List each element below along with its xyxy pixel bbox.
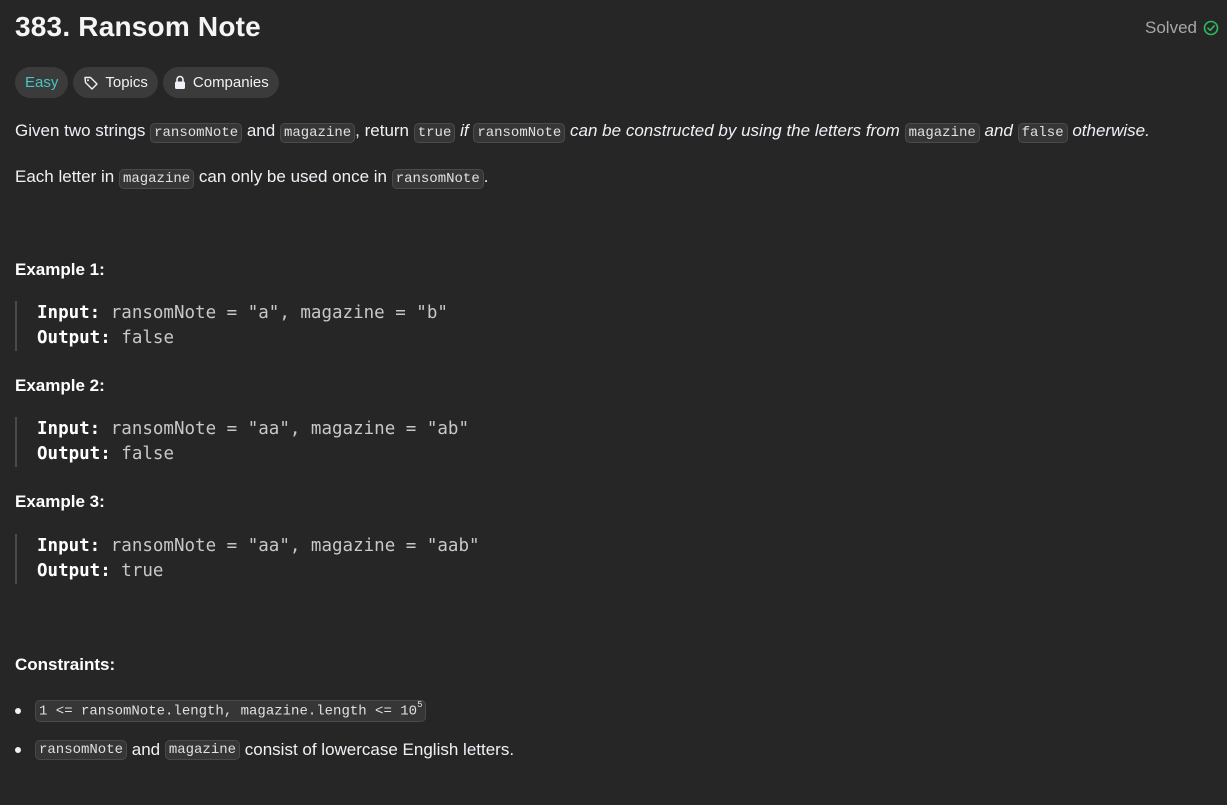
input-label: Input: [37,419,101,439]
constraint-item-2: ransomNote and magazine consist of lower… [15,740,514,760]
input-label: Input: [37,536,101,556]
text: and [979,121,1018,140]
text: and [242,121,280,140]
companies-button[interactable]: Companies [162,67,279,98]
inline-code: ransomNote [150,123,243,143]
inline-code: 1 <= ransomNote.length, magazine.length … [35,700,427,722]
text: Each letter in [15,167,119,186]
output-label: Output: [37,561,111,581]
text: can be constructed by using the letters … [565,121,905,140]
exponent: 5 [417,700,423,710]
output-value: false [110,328,174,348]
input-value: ransomNote = "aa", magazine = "ab" [100,419,469,439]
text: , return [355,121,414,140]
example-input-line: Input: ransomNote = "aa", magazine = "ab… [37,417,469,442]
page-title: 383. Ransom Note [15,11,261,42]
constraint-code: 1 <= ransomNote.length, magazine.length … [39,703,418,720]
example-output-line: Output: false [37,442,469,467]
example-1-heading: Example 1: [15,260,105,279]
tag-row: Easy Topics Companies [15,67,279,98]
output-label: Output: [37,444,111,464]
text: otherwise. [1067,121,1150,140]
difficulty-badge[interactable]: Easy [15,67,69,98]
text: consist of lowercase English letters. [240,740,515,759]
inline-code: magazine [118,169,195,189]
solved-status: Solved [1145,18,1219,38]
text: if [455,121,474,140]
topics-button[interactable]: Topics [73,67,158,98]
inline-code: true [413,123,456,143]
text: can only be used once in [194,167,392,186]
text: Given two strings [15,121,151,140]
input-value: ransomNote = "aa", magazine = "aab" [100,536,480,556]
output-value: false [110,444,174,464]
input-value: ransomNote = "a", magazine = "b" [100,303,448,323]
text: . [483,167,489,186]
example-output-line: Output: false [37,326,448,351]
problem-description: 383. Ransom Note Solved Easy Topics Comp… [15,0,1219,760]
inline-code: magazine [904,123,980,143]
example-3-block: Input: ransomNote = "aa", magazine = "aa… [15,534,480,584]
bullet-dot [15,747,21,753]
inline-code: ransomNote [473,123,566,143]
example-1-block: Input: ransomNote = "a", magazine = "b" … [15,301,448,351]
tag-icon [83,75,99,91]
inline-code: magazine [279,123,356,143]
bullet-dot [15,707,21,714]
output-label: Output: [37,328,111,348]
constraint-item-1: 1 <= ransomNote.length, magazine.length … [15,700,427,722]
example-input-line: Input: ransomNote = "a", magazine = "b" [37,301,448,326]
example-3-heading: Example 3: [15,492,105,511]
inline-code: ransomNote [35,740,128,760]
lock-icon [173,75,187,90]
inline-code: false [1017,123,1068,143]
description-paragraph-1: Given two strings ransomNote and magazin… [15,119,1150,145]
topics-label: Topics [105,74,148,91]
input-label: Input: [37,303,101,323]
text: and [127,740,165,759]
example-input-line: Input: ransomNote = "aa", magazine = "aa… [37,534,480,559]
example-output-line: Output: true [37,559,480,584]
difficulty-label: Easy [25,74,59,91]
example-2-block: Input: ransomNote = "aa", magazine = "ab… [15,417,469,467]
inline-code: magazine [164,740,241,760]
solved-label: Solved [1145,18,1197,37]
companies-label: Companies [192,74,269,91]
inline-code: ransomNote [391,169,484,189]
constraints-heading: Constraints: [15,655,116,674]
output-value: true [110,561,164,581]
example-2-heading: Example 2: [15,376,105,395]
description-paragraph-2: Each letter in magazine can only be used… [15,165,488,191]
check-circle-icon [1203,20,1219,36]
problem-header: 383. Ransom Note Solved [15,0,1219,60]
